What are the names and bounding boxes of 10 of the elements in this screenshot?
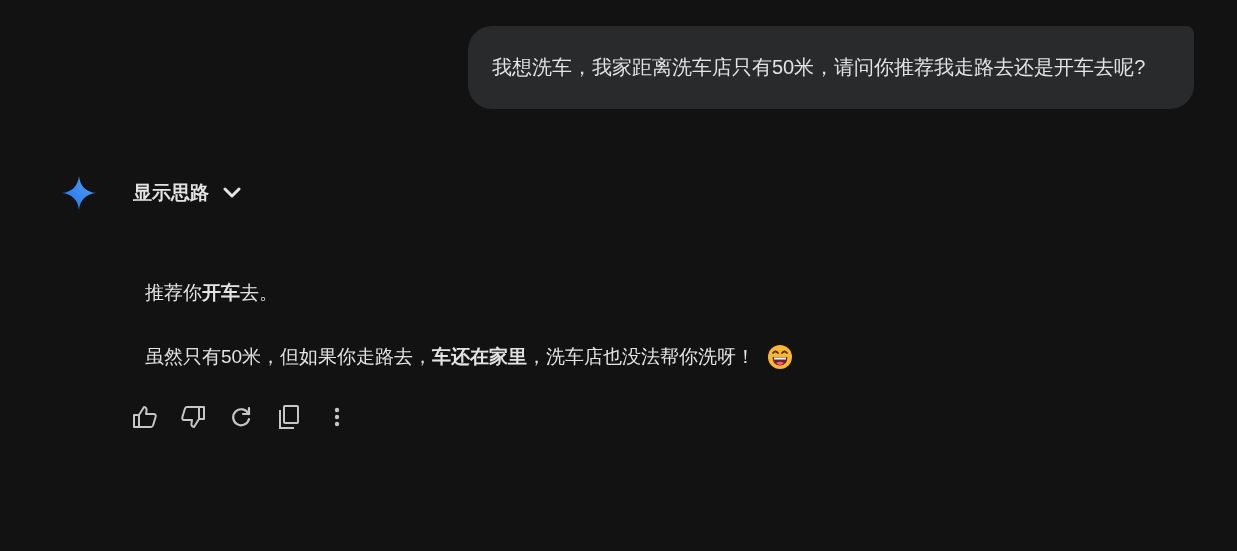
- response-paragraph: 推荐你开车去。: [145, 281, 278, 305]
- user-message: 我想洗车，我家距离洗车店只有50米，请问你推荐我走路去还是开车去呢?: [468, 26, 1194, 109]
- show-thoughts-toggle[interactable]: 显示思路: [133, 178, 241, 208]
- chevron-icon: [223, 187, 241, 199]
- laughing-emoji-icon: [767, 344, 794, 370]
- thumbs-up-icon[interactable]: [132, 404, 158, 430]
- copy-icon[interactable]: [276, 404, 302, 430]
- response-paragraph: 虽然只有50米，但如果你走路去，车还在家里，洗车店也没法帮你洗呀！: [145, 345, 756, 369]
- thumbs-down-icon[interactable]: [180, 404, 206, 430]
- sparkle-icon: [62, 176, 96, 210]
